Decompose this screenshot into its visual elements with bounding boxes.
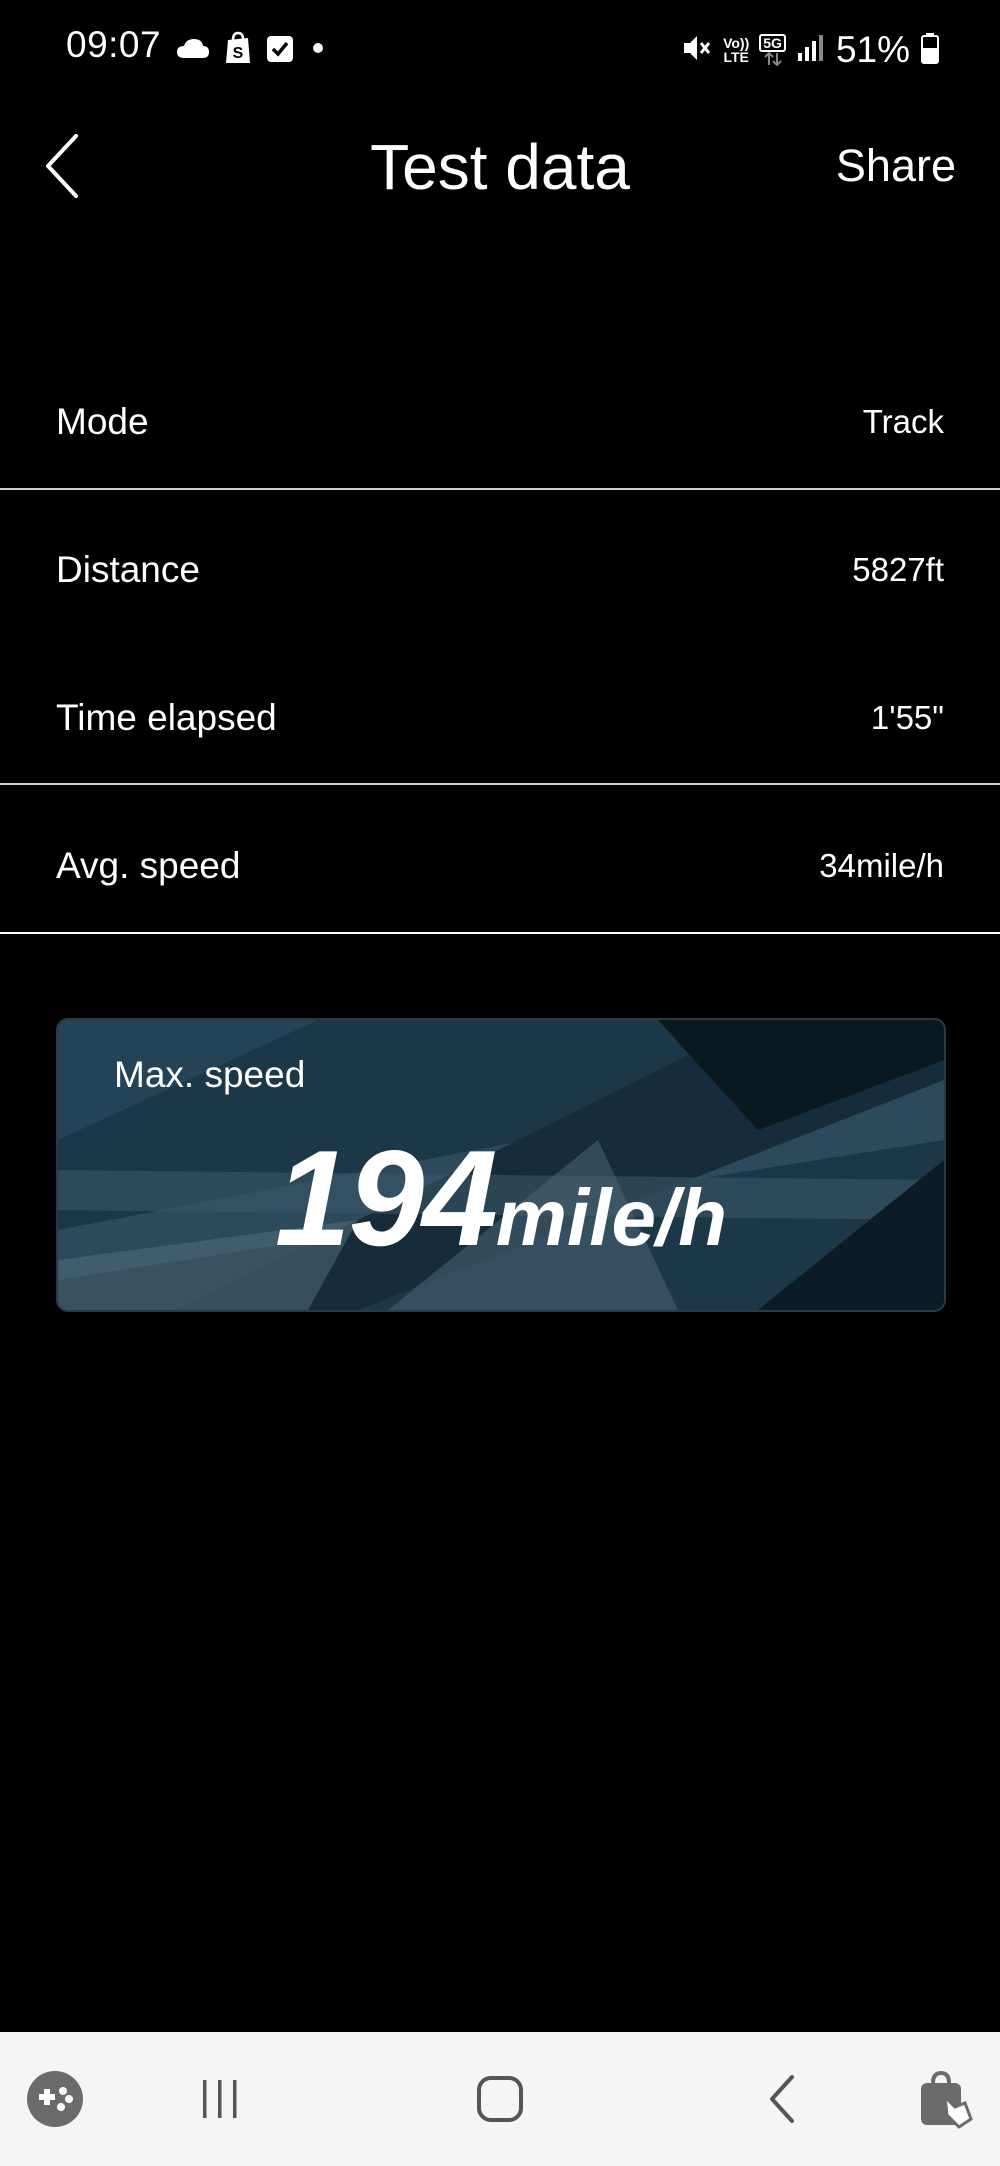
shopping-bag-icon: S — [224, 31, 252, 70]
signal-icon — [796, 33, 826, 68]
mute-icon — [681, 32, 713, 69]
row-value: 1'55" — [870, 699, 944, 736]
max-speed-unit: mile/h — [495, 1173, 728, 1262]
volte-icon: Vo)) LTE — [723, 35, 750, 65]
battery-percentage: 51% — [835, 29, 910, 70]
dot-icon — [308, 38, 328, 63]
status-time: 09:07 — [66, 24, 162, 65]
row-label: Mode — [56, 401, 149, 442]
status-bar: 09:07 S Vo)) LTE 5G 51% — [0, 0, 1000, 100]
share-button[interactable]: Share — [836, 140, 956, 192]
recent-apps-icon — [203, 2080, 237, 2118]
row-value: 34mile/h — [819, 847, 944, 884]
row-label: Avg. speed — [56, 845, 241, 886]
assistant-icon — [921, 2070, 973, 2129]
checkbox-icon — [266, 33, 294, 68]
system-back-button[interactable] — [752, 2066, 812, 2132]
game-launcher-icon — [27, 2071, 83, 2127]
row-label: Distance — [56, 549, 200, 590]
max-speed-label: Max. speed — [114, 1054, 306, 1095]
row-distance: Distance 5827ft — [0, 496, 1000, 644]
row-value: Track — [862, 403, 944, 440]
assistant-button[interactable] — [912, 2066, 978, 2132]
header: Test data Share — [0, 100, 1000, 230]
home-button[interactable] — [470, 2066, 530, 2132]
game-launcher-button[interactable] — [22, 2066, 88, 2132]
max-speed-number: 194 — [274, 1122, 498, 1274]
row-time-elapsed: Time elapsed 1'55" — [0, 644, 1000, 792]
system-icons: Vo)) LTE 5G 51% — [681, 28, 940, 72]
divider — [0, 932, 1000, 934]
notification-icons: S — [176, 30, 328, 70]
svg-text:S: S — [233, 45, 244, 62]
5g-icon: 5G — [759, 34, 786, 66]
divider — [0, 783, 1000, 785]
divider — [0, 488, 1000, 490]
battery-icon — [920, 32, 940, 69]
row-label: Time elapsed — [56, 697, 277, 738]
cloud-icon — [176, 37, 210, 64]
max-speed-card: Max. speed 194mile/h — [56, 1018, 946, 1312]
row-value: 5827ft — [852, 551, 944, 588]
row-avg-speed: Avg. speed 34mile/h — [0, 792, 1000, 940]
navigation-bar — [0, 2032, 1000, 2166]
max-speed-value: 194mile/h — [58, 1120, 944, 1276]
row-mode: Mode Track — [0, 348, 1000, 496]
home-icon — [477, 2076, 523, 2122]
recent-apps-button[interactable] — [190, 2066, 250, 2132]
back-icon — [770, 2075, 794, 2123]
